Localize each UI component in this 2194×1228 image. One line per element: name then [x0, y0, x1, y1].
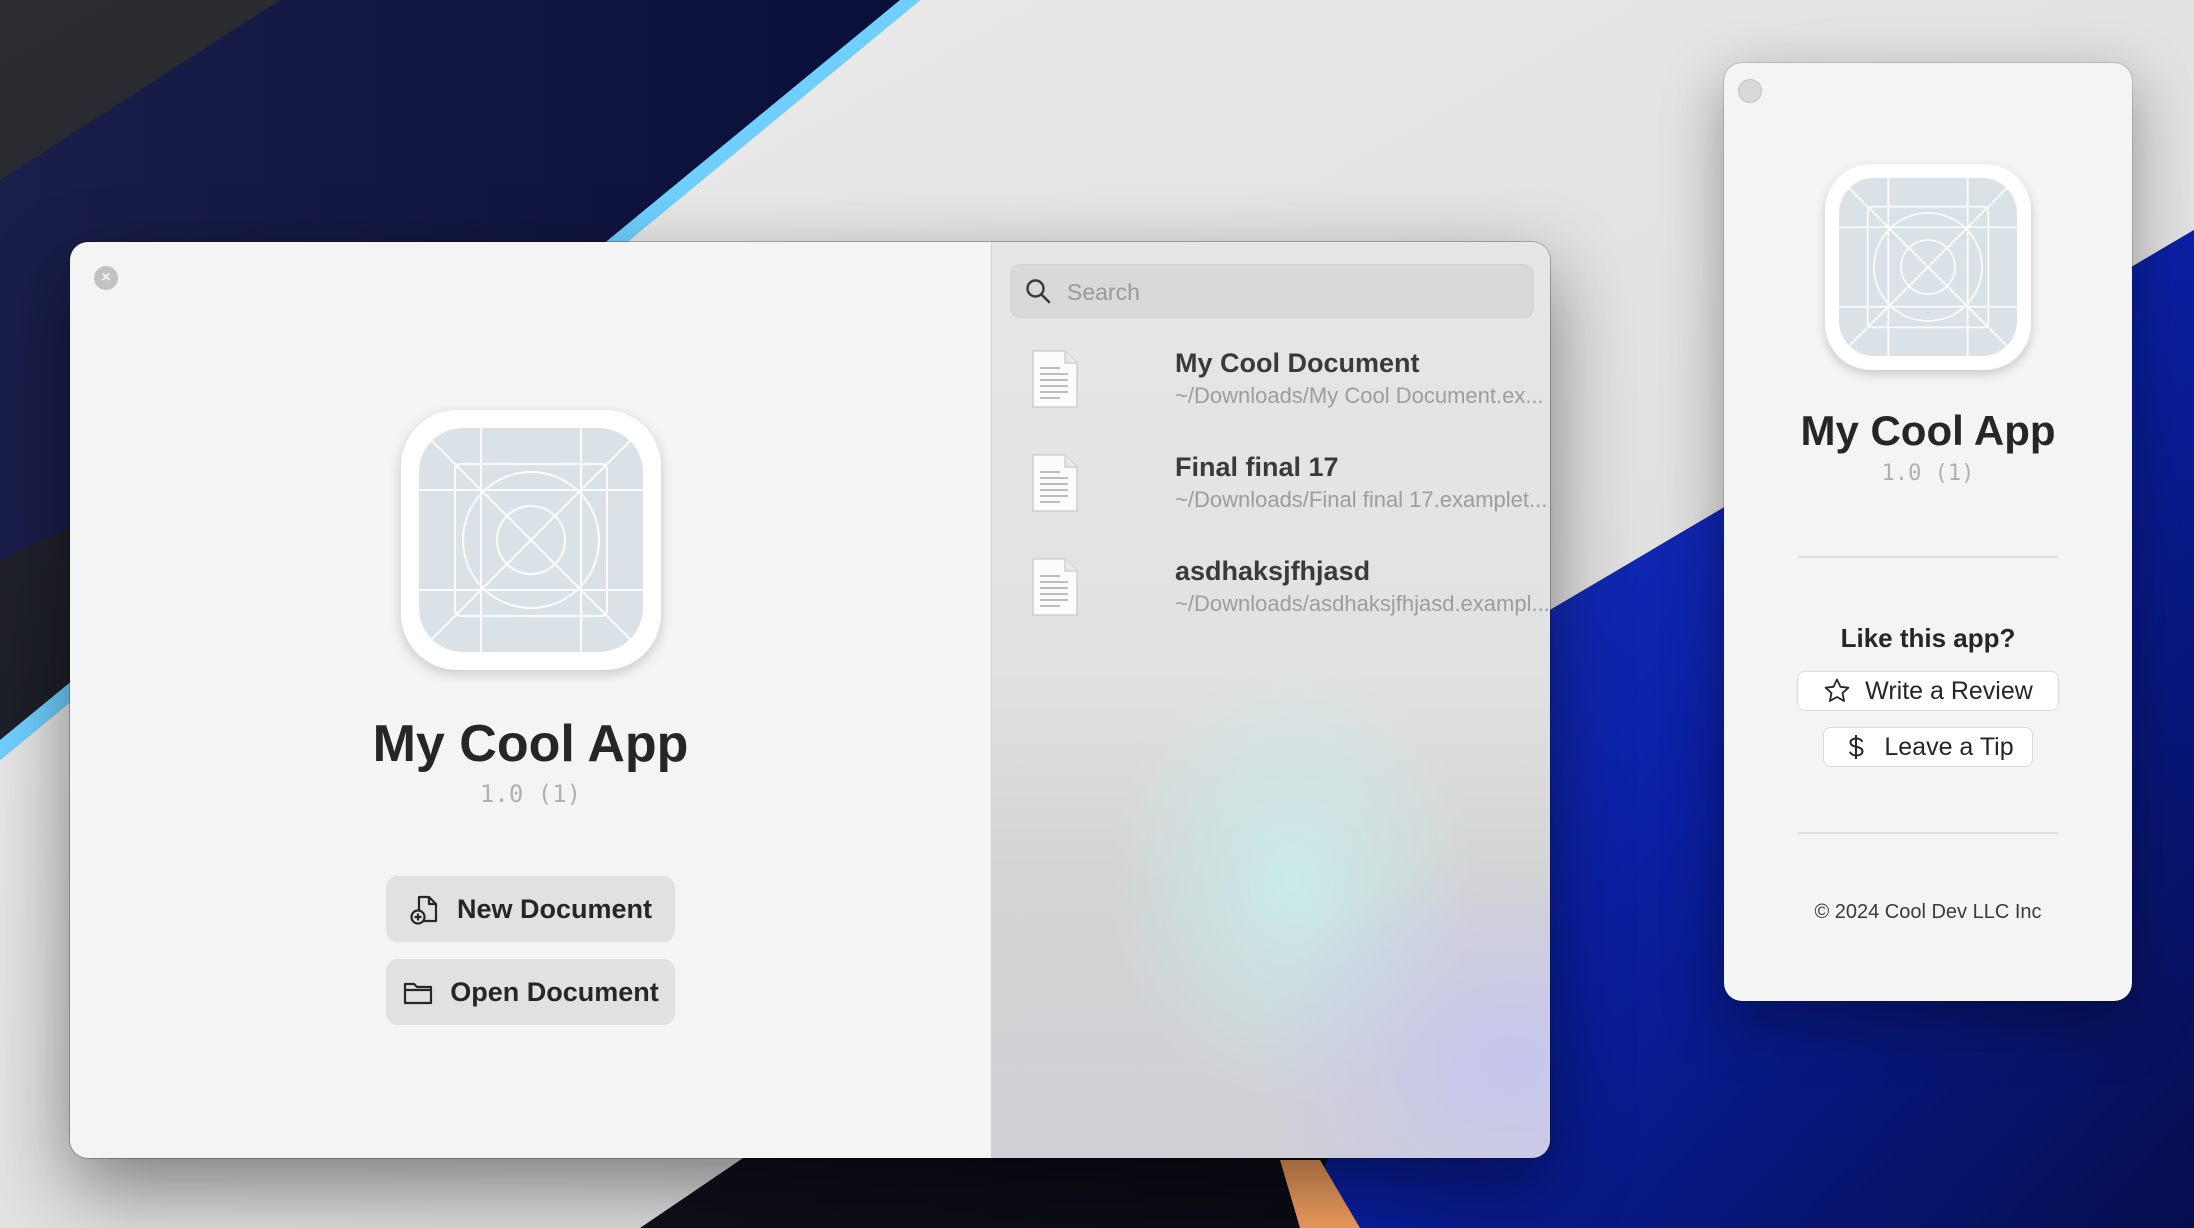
- document-name: Final final 17: [1175, 452, 1339, 482]
- open-document-label: Open Document: [450, 976, 659, 1007]
- app-icon: [401, 410, 661, 670]
- document-path: ~/Downloads/asdhaksjfhjasd.exampl...: [1175, 591, 1550, 616]
- app-version: 1.0 (1): [479, 780, 582, 808]
- recent-documents-panel: My Cool Document ~/Downloads/My Cool Doc…: [991, 242, 1550, 1158]
- dollar-icon: [1849, 735, 1864, 759]
- like-prompt: Like this app?: [1840, 623, 2016, 653]
- document-path: ~/Downloads/My Cool Document.ex...: [1175, 383, 1544, 408]
- star-icon: [1824, 678, 1850, 702]
- open-document-button[interactable]: Open Document: [386, 959, 675, 1025]
- document-name: My Cool Document: [1175, 348, 1420, 378]
- leave-tip-button[interactable]: Leave a Tip: [1823, 727, 2033, 767]
- recent-document-item[interactable]: Final final 17 ~/Downloads/Final final 1…: [992, 444, 1550, 544]
- document-icon: [1032, 454, 1078, 512]
- divider: [1798, 832, 2058, 834]
- new-document-button[interactable]: New Document: [386, 876, 675, 942]
- divider: [1798, 556, 2058, 558]
- document-name: asdhaksjfhjasd: [1175, 556, 1371, 586]
- app-icon: [1825, 164, 2031, 370]
- copyright-text: © 2024 Cool Dev LLC Inc: [1814, 901, 2042, 923]
- search-input[interactable]: [1065, 265, 1519, 319]
- app-icon-template-grid: [419, 428, 643, 652]
- app-icon-template-grid: [1839, 178, 2017, 356]
- close-icon[interactable]: [1738, 79, 1762, 103]
- about-window: My Cool App 1.0 (1) Like this app? Write…: [1724, 63, 2132, 1001]
- write-review-button[interactable]: Write a Review: [1797, 671, 2059, 711]
- recent-document-item[interactable]: My Cool Document ~/Downloads/My Cool Doc…: [992, 340, 1550, 440]
- recent-document-item[interactable]: asdhaksjfhjasd ~/Downloads/asdhaksjfhjas…: [992, 548, 1550, 648]
- close-icon[interactable]: ×: [94, 266, 118, 290]
- document-icon: [1032, 350, 1078, 408]
- welcome-panel: × My Cool App 1.0 (1) New Document Open …: [70, 242, 991, 1158]
- about-app-title: My Cool App: [1800, 407, 2056, 454]
- folder-icon: [404, 982, 433, 1005]
- document-path: ~/Downloads/Final final 17.examplet...: [1175, 487, 1548, 512]
- document-icon: [1032, 558, 1078, 616]
- new-document-label: New Document: [456, 893, 653, 924]
- document-plus-icon: [410, 895, 438, 925]
- welcome-window: × My Cool App 1.0 (1) New Document Open …: [70, 242, 1550, 1158]
- search-field[interactable]: [1010, 264, 1534, 319]
- about-app-version: 1.0 (1): [1881, 461, 1975, 486]
- search-icon: [1026, 279, 1051, 304]
- write-review-label: Write a Review: [1865, 676, 2033, 705]
- leave-tip-label: Leave a Tip: [1884, 732, 2014, 761]
- app-title: My Cool App: [372, 715, 689, 773]
